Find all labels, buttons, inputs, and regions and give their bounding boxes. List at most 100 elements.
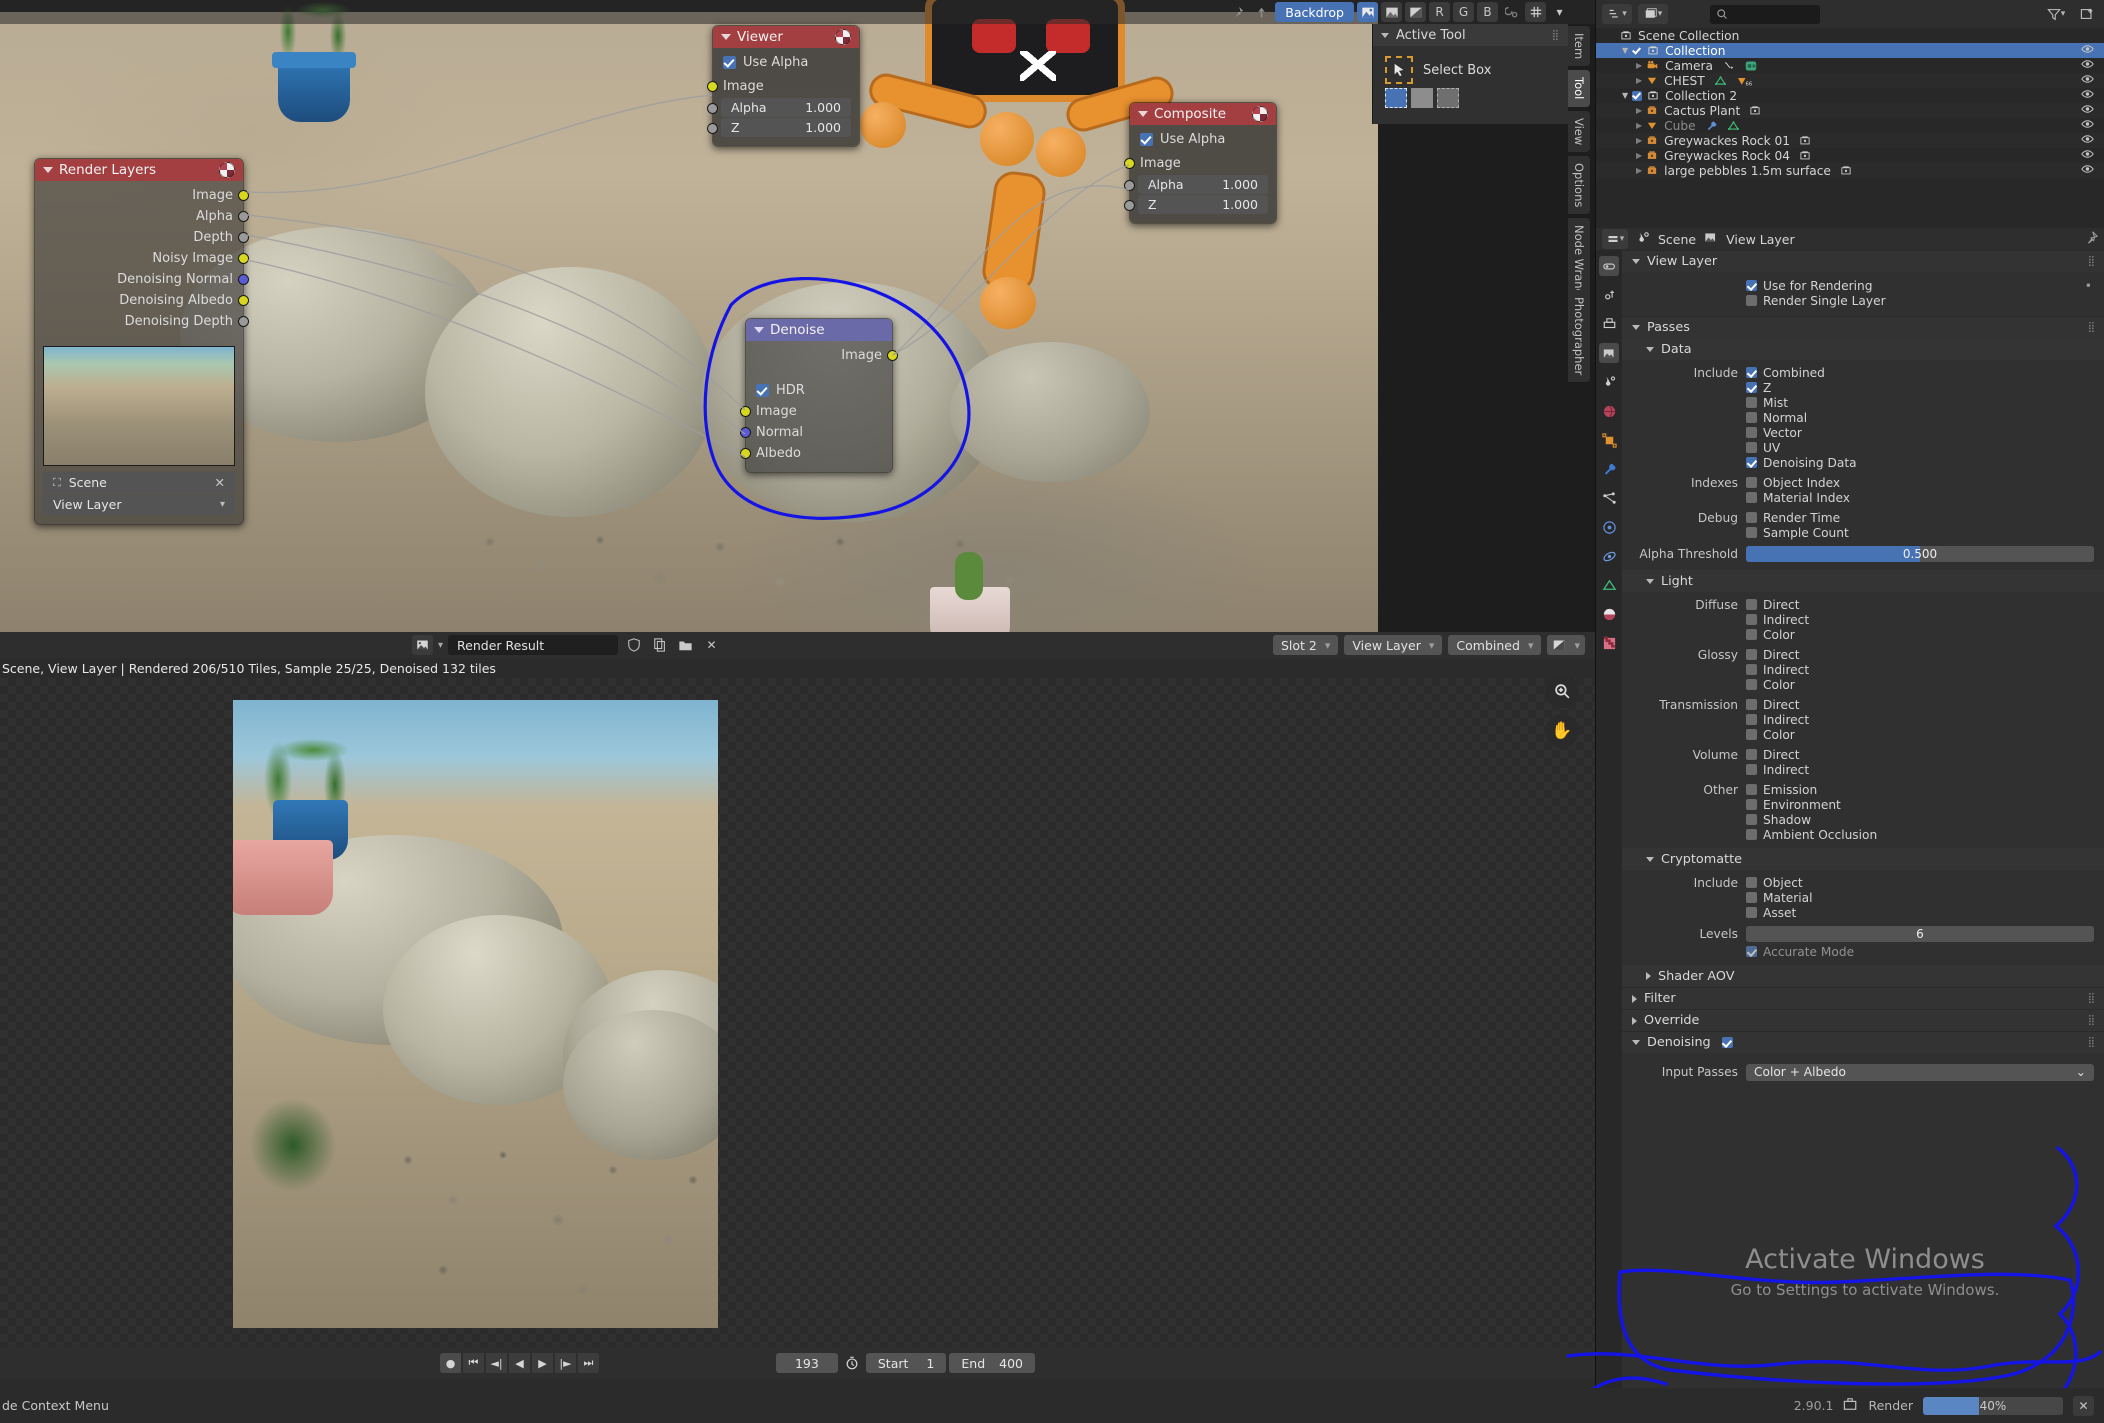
node-viewer[interactable]: Viewer Use Alpha Image Alpha 1.000 Z 1.0… <box>707 25 860 147</box>
denoising-enabled-checkbox[interactable] <box>1721 1037 1733 1048</box>
expand-triangle-icon[interactable]: ▶ <box>1636 121 1642 130</box>
texture-tab-icon[interactable] <box>1599 633 1619 653</box>
hand-icon[interactable]: ✋ <box>1545 714 1579 748</box>
camera-data-icon[interactable] <box>1744 60 1758 72</box>
tool-tab-icon[interactable] <box>1599 256 1619 276</box>
outliner-row-collection-2[interactable]: ▼ Collection 2 <box>1596 88 2104 103</box>
search-input[interactable] <box>1710 4 1820 24</box>
new-collection-icon[interactable] <box>2077 4 2098 24</box>
close-icon[interactable]: ✕ <box>701 635 722 655</box>
expand-triangle-icon[interactable]: ▶ <box>1636 106 1642 115</box>
property-row-color[interactable]: Color <box>1622 627 2104 642</box>
checkbox-use-for-rendering[interactable] <box>1746 280 1757 291</box>
checkbox-z[interactable] <box>1746 382 1757 393</box>
data-tab-icon[interactable] <box>1599 575 1619 595</box>
outliner-row-cactus-plant[interactable]: ▶ Cactus Plant <box>1596 103 2104 118</box>
collapse-triangle-icon[interactable] <box>43 167 53 173</box>
checkbox-render-time[interactable] <box>1746 512 1757 523</box>
alpha-threshold-slider[interactable]: 0.500 <box>1746 546 2094 562</box>
property-row-indirect[interactable]: Indirect <box>1622 762 2104 777</box>
play-reverse-icon[interactable]: ◀ <box>509 1353 530 1373</box>
section-header-denoising[interactable]: Denoising ⣿ <box>1622 1031 2104 1053</box>
section-header-light[interactable]: Light <box>1622 570 2104 592</box>
wrench-icon[interactable] <box>1705 120 1718 132</box>
pass-selector[interactable]: Combined ▾ <box>1448 635 1542 655</box>
socket-z-in[interactable] <box>707 123 718 134</box>
outliner-row-scene-collection[interactable]: Scene Collection <box>1596 28 2104 43</box>
compositor-node-editor[interactable]: Backdrop R G B ▾ Render Layers Image Alp… <box>0 0 1595 645</box>
drag-dots-icon[interactable]: ⣿ <box>2088 1037 2096 1048</box>
proportional-icon[interactable] <box>1525 2 1546 22</box>
section-header-shader-aov[interactable]: Shader AOV <box>1622 965 2104 987</box>
record-icon[interactable]: ● <box>440 1353 461 1373</box>
socket-alpha-out[interactable] <box>238 211 249 222</box>
sidebar-tab-tool[interactable]: Tool <box>1568 70 1590 107</box>
collection-icon[interactable] <box>1749 105 1761 116</box>
property-row-combined[interactable]: Include Combined <box>1622 365 2104 380</box>
checkbox-vector[interactable] <box>1746 427 1757 438</box>
checkbox-material-index[interactable] <box>1746 492 1757 503</box>
node-output-row[interactable]: Denoising Depth <box>35 311 249 332</box>
drag-dots-icon[interactable]: ⣿ <box>2088 322 2096 333</box>
channel-g-button[interactable]: G <box>1453 2 1474 22</box>
visibility-eye-icon[interactable] <box>2081 164 2094 177</box>
drag-dots-icon[interactable]: ⣿ <box>2088 993 2096 1004</box>
checkbox-color[interactable] <box>1746 679 1757 690</box>
animate-property-dot[interactable]: • <box>2085 279 2092 293</box>
visibility-eye-icon[interactable] <box>2081 44 2094 57</box>
node-header[interactable]: Render Layers <box>35 159 243 181</box>
property-row-sample-count[interactable]: Sample Count <box>1622 525 2104 540</box>
sidebar-tab-item[interactable]: Item <box>1568 26 1590 67</box>
current-frame-field[interactable]: 193 <box>775 1353 838 1373</box>
visibility-eye-icon[interactable] <box>2081 74 2094 87</box>
view-layer-selector[interactable]: View Layer ▾ <box>43 494 235 515</box>
node-input-row[interactable]: Alpha 1.000 <box>707 98 859 117</box>
outliner-tree[interactable]: Scene Collection ▼ Collection ▶ Camera ▶ CHEST… <box>1596 28 2104 178</box>
properties-panel-content[interactable]: View Layer ⣿ Use for Rendering • Render Sing… <box>1622 250 2104 1388</box>
scene-selector[interactable]: ⛶ Scene ✕ <box>43 472 235 493</box>
property-row-normal[interactable]: Normal <box>1622 410 2104 425</box>
property-row-vector[interactable]: Vector <box>1622 425 2104 440</box>
node-input-row[interactable]: Alpha 1.000 <box>1124 175 1276 194</box>
property-row-color[interactable]: Color <box>1622 677 2104 692</box>
property-row-uv[interactable]: UV <box>1622 440 2104 455</box>
property-row-mist[interactable]: Mist <box>1622 395 2104 410</box>
input-passes-dropdown[interactable]: Color + Albedo ⌄ <box>1746 1063 2094 1081</box>
drag-dots-icon[interactable]: ⣿ <box>2088 256 2096 267</box>
alpha-value-field[interactable]: Alpha 1.000 <box>721 98 851 117</box>
socket-alpha-in[interactable] <box>1124 180 1135 191</box>
chevron-down-icon[interactable]: ▾ <box>1549 2 1570 22</box>
property-row-material[interactable]: Material <box>1622 890 2104 905</box>
socket-albedo-in[interactable] <box>740 448 751 459</box>
socket-normal-in[interactable] <box>740 427 751 438</box>
sidebar-tab-view[interactable]: View <box>1568 110 1590 152</box>
property-row-indirect[interactable]: Indirect <box>1622 662 2104 677</box>
property-row-asset[interactable]: Asset <box>1622 905 2104 920</box>
checkbox-ambient-occlusion[interactable] <box>1746 829 1757 840</box>
checkbox-indirect[interactable] <box>1746 664 1757 675</box>
arrow-up-icon[interactable] <box>1251 2 1272 22</box>
checkbox-uv[interactable] <box>1746 442 1757 453</box>
outliner-row-checkbox[interactable] <box>1632 45 1643 56</box>
collapse-triangle-icon[interactable] <box>1646 856 1654 862</box>
section-header-cryptomatte[interactable]: Cryptomatte <box>1622 848 2104 870</box>
property-row-render-single-layer[interactable]: Render Single Layer <box>1622 293 2104 308</box>
select-mode-extend-icon[interactable] <box>1411 88 1433 108</box>
world-tab-icon[interactable] <box>1599 401 1619 421</box>
expand-triangle-icon[interactable] <box>1632 994 1637 1003</box>
node-input-row[interactable]: Z 1.000 <box>707 118 859 137</box>
socket-depth-out[interactable] <box>238 232 249 243</box>
checkbox-material[interactable] <box>1746 892 1757 903</box>
socket-image-out[interactable] <box>887 350 898 361</box>
filter-type-icon[interactable]: ▾ <box>1638 4 1668 24</box>
section-header-filter[interactable]: Filter ⣿ <box>1622 987 2104 1009</box>
socket-alpha-in[interactable] <box>707 103 718 114</box>
property-row-render-time[interactable]: Debug Render Time <box>1622 510 2104 525</box>
outliner-row-greywackes-rock-01[interactable]: ▶ Greywackes Rock 01 <box>1596 133 2104 148</box>
socket-denoising-normal-out[interactable] <box>238 274 249 285</box>
node-render-layers[interactable]: Render Layers Image Alpha Depth Noisy Im… <box>34 158 249 525</box>
collapse-triangle-icon[interactable]: ▼ <box>1622 91 1628 100</box>
outliner-display-mode-icon[interactable]: ▾ <box>1602 4 1632 24</box>
checkbox-indirect[interactable] <box>1746 614 1757 625</box>
image-icon[interactable] <box>1357 2 1378 22</box>
